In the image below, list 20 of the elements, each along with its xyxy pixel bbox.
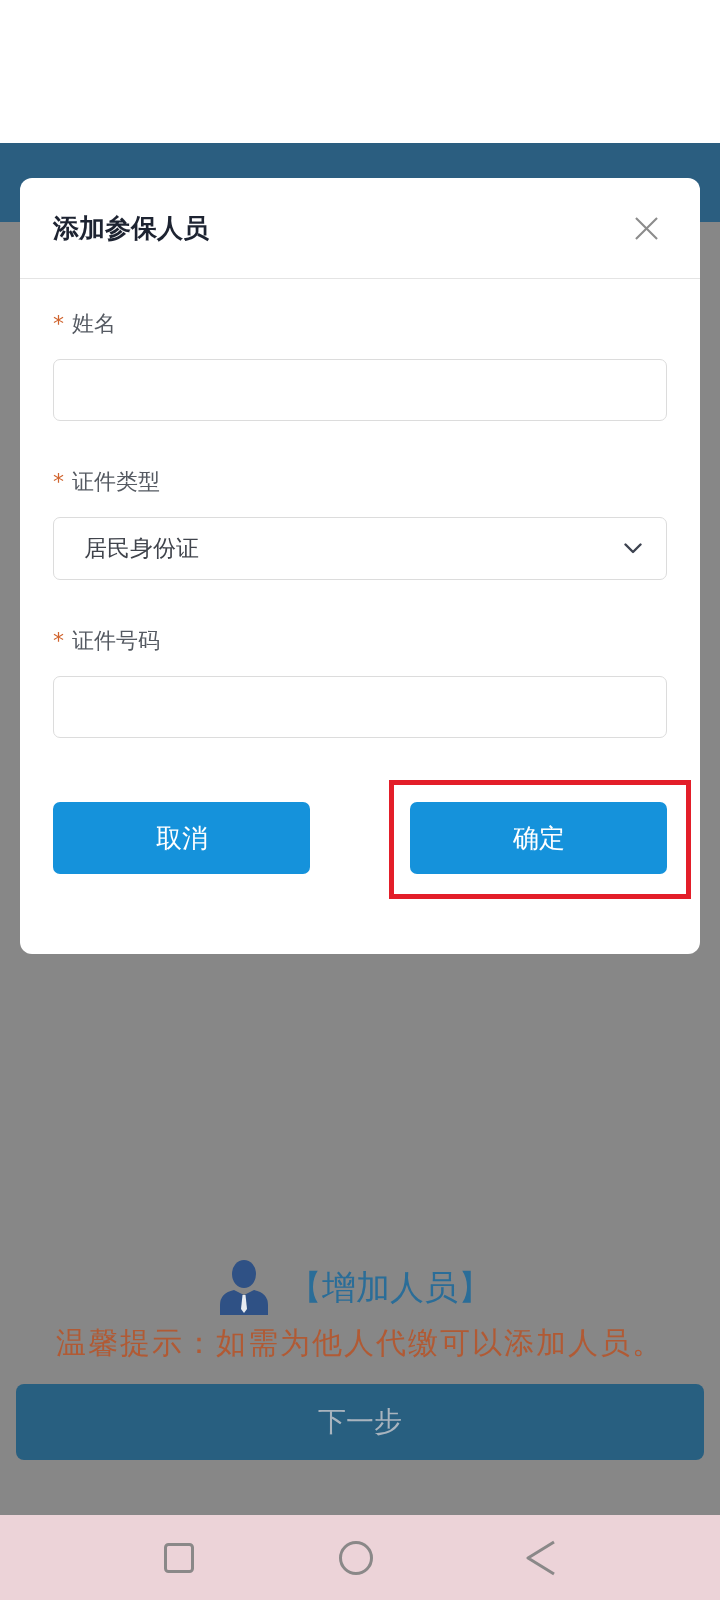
circle-icon[interactable] [339,1540,373,1575]
tip-text: 温馨提示：如需为他人代缴可以添加人员。 [55,1325,665,1361]
required-mark: * [53,627,64,655]
square-icon[interactable] [164,1542,194,1573]
required-mark: * [53,310,64,338]
field-label: 证件类型 [72,468,160,496]
dialog-button[interactable]: 确定 [410,802,667,874]
field-label: 证件号码 [72,627,160,655]
back-icon[interactable] [526,1539,556,1576]
chevron-down-icon [624,543,642,554]
close-icon[interactable] [635,216,658,240]
input-field[interactable] [53,676,667,738]
next-button[interactable]: 下一步 [16,1384,704,1460]
field-label: 姓名 [72,310,116,338]
person-icon [220,1259,268,1315]
required-mark: * [53,468,64,496]
dialog-title: 添加参保人员 [53,212,209,245]
input-field[interactable] [53,359,667,421]
dialog-button[interactable]: 取消 [53,802,310,874]
select-field[interactable]: 居民身份证 [53,517,667,580]
